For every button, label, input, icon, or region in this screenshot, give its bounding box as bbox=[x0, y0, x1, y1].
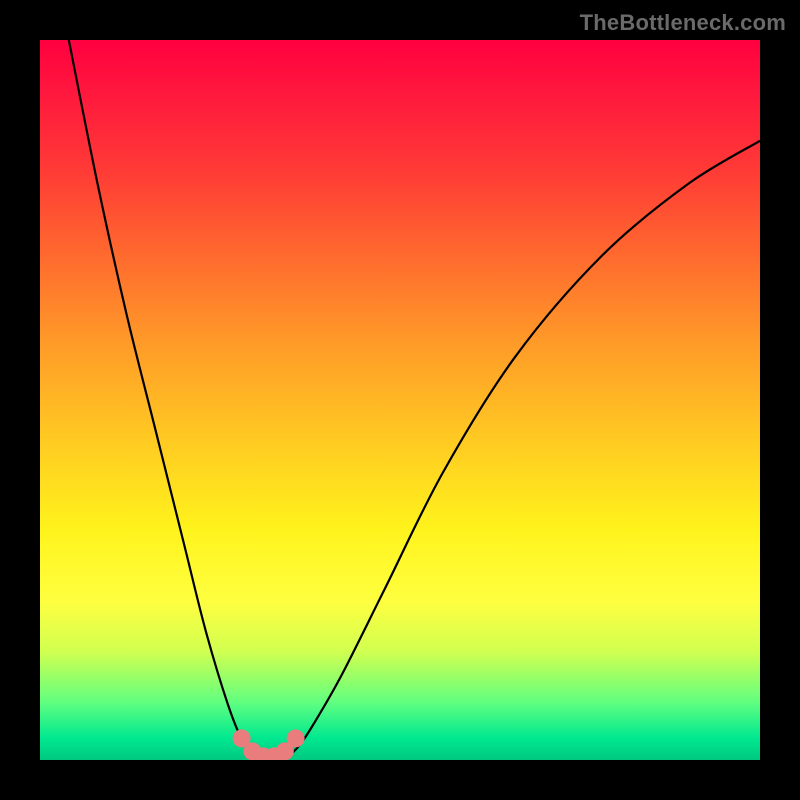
curve-svg bbox=[40, 40, 760, 760]
plot-area bbox=[40, 40, 760, 760]
watermark-text: TheBottleneck.com bbox=[580, 10, 786, 36]
chart-frame: TheBottleneck.com bbox=[0, 0, 800, 800]
marker-cluster bbox=[233, 729, 305, 760]
curve-right-branch bbox=[285, 141, 760, 760]
curve-left-branch bbox=[69, 40, 263, 760]
data-marker bbox=[287, 729, 305, 747]
